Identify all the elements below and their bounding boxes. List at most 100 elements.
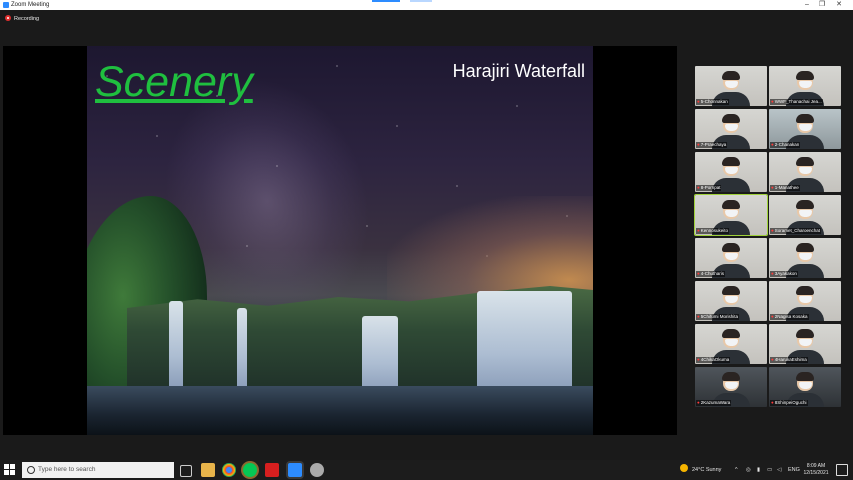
participant-tile[interactable]: ●2Nagisa Kosaka (769, 281, 841, 321)
acrobat-icon[interactable] (265, 463, 279, 477)
participant-hair (796, 114, 814, 123)
face-mask (798, 210, 812, 217)
participant-hair (722, 114, 740, 123)
participant-name-label: ●7-Praechaya (696, 142, 728, 148)
top-bar-indicator[interactable] (372, 0, 400, 2)
participant-name: 7-Praechaya (700, 142, 727, 147)
muted-mic-icon: ● (771, 99, 774, 104)
face-mask (724, 339, 738, 346)
face-mask (724, 167, 738, 174)
waterfall-stream (169, 301, 183, 393)
muted-mic-icon: ● (771, 228, 774, 233)
participant-hair (796, 243, 814, 252)
pool-image (87, 386, 593, 435)
participant-name: 2Nagisa Kosaka (774, 314, 808, 319)
face-mask (798, 296, 812, 303)
windows-start-button[interactable] (4, 464, 16, 476)
muted-mic-icon: ● (697, 357, 700, 362)
task-view-icon[interactable] (180, 465, 192, 477)
participant-tile[interactable]: ●Soramet_Charoenchat (769, 195, 841, 235)
muted-mic-icon: ● (697, 185, 700, 190)
participant-name-label: ●4-Chutharis (696, 271, 725, 277)
chrome-icon[interactable] (222, 463, 236, 477)
participant-name-label: ●WWF_Thanachai Jea... (770, 99, 823, 105)
muted-mic-icon: ● (771, 142, 774, 147)
clock-time: 8:09 AM (806, 463, 826, 469)
taskbar-clock[interactable]: 8:09 AM 12/15/2021 (801, 463, 831, 477)
window-titlebar: Zoom Meeting – ❐ ✕ (0, 0, 853, 10)
participant-gallery: ●5-Chonnakan ●WWF_Thanachai Jea... ●7-Prae… (694, 66, 841, 415)
participant-tile[interactable]: ●4ChikaOkuma (695, 324, 767, 364)
notification-icon[interactable] (836, 464, 848, 476)
participant-tile[interactable]: ●5-Chonnakan (695, 66, 767, 106)
face-mask (724, 210, 738, 217)
participant-tile[interactable]: ●2-Chanakan (769, 109, 841, 149)
waterfall-stream (237, 308, 247, 393)
meeting-area: Recording Scenery Harajiri Waterfall ●5-… (0, 10, 853, 460)
recording-label: Recording (14, 16, 40, 22)
clock-date: 12/15/2021 (803, 470, 829, 476)
muted-mic-icon: ● (697, 99, 700, 104)
participant-tile[interactable]: ●4-Chutharis (695, 238, 767, 278)
line-app-icon[interactable] (243, 463, 257, 477)
participant-name: 1-Manathee (774, 185, 799, 190)
slide-title: Scenery (95, 58, 253, 106)
face-mask (724, 124, 738, 131)
taskbar-search-box[interactable]: Type here to search (22, 462, 174, 478)
face-mask (798, 124, 812, 131)
participant-name-label: ●2Nagisa Kosaka (770, 314, 809, 320)
app-taskbar-icon[interactable] (310, 463, 324, 477)
muted-mic-icon: ● (771, 271, 774, 276)
muted-mic-icon: ● (771, 185, 774, 190)
window-title: Zoom Meeting (11, 2, 50, 8)
participant-name-label: ●4HarukaEshima (770, 357, 808, 363)
windows-taskbar: Type here to search 24°C Sunny ^ ◎ ▮ ▭ ◁… (0, 460, 853, 480)
face-mask (724, 382, 738, 389)
zoom-taskbar-icon[interactable] (288, 463, 302, 477)
battery-icon[interactable]: ▭ (767, 460, 772, 480)
volume-icon[interactable]: ◁ (777, 460, 781, 480)
participant-tile[interactable]: ●2KazumaWara (695, 367, 767, 407)
participant-hair (722, 329, 740, 338)
weather-widget[interactable]: 24°C Sunny (680, 460, 721, 480)
tray-chevron-icon[interactable]: ^ (735, 460, 738, 480)
close-button[interactable]: ✕ (829, 0, 849, 10)
file-explorer-icon[interactable] (201, 463, 215, 477)
participant-name: 8ShinpeiOguchi (774, 400, 807, 405)
participant-tile[interactable]: ●7-Praechaya (695, 109, 767, 149)
recording-indicator[interactable]: Recording (5, 15, 39, 23)
participant-name: 4ChikaOkuma (700, 357, 730, 362)
muted-mic-icon: ● (697, 271, 700, 276)
participant-hair (796, 200, 814, 209)
network-icon[interactable]: ◎ (746, 460, 751, 480)
waterfall-stream (362, 316, 398, 396)
microphone-icon[interactable]: ▮ (757, 460, 760, 480)
participant-name-label: ●3Ayakakon (770, 271, 798, 277)
participant-tile[interactable]: ●8ShinpeiOguchi (769, 367, 841, 407)
face-mask (798, 167, 812, 174)
participant-name-label: ●5Chifumi Morishita (696, 314, 739, 320)
participant-tile[interactable]: ●5Chifumi Morishita (695, 281, 767, 321)
participant-tile[interactable]: ●8-Pornpat (695, 152, 767, 192)
participant-tile[interactable]: ●4HarukaEshima (769, 324, 841, 364)
shared-screen[interactable]: Scenery Harajiri Waterfall (3, 46, 677, 435)
muted-mic-icon: ● (697, 228, 700, 233)
participant-name: 8-Pornpat (700, 185, 721, 190)
face-mask (724, 253, 738, 260)
participant-hair (722, 286, 740, 295)
recording-icon (5, 15, 11, 21)
participant-name: Soramet_Charoenchat (774, 228, 820, 233)
participant-tile[interactable]: ●Kennosukeito (694, 194, 768, 236)
participant-tile[interactable]: ●3Ayakakon (769, 238, 841, 278)
language-indicator[interactable]: ENG (788, 460, 800, 480)
zoom-app-icon (3, 2, 9, 8)
participant-tile[interactable]: ●1-Manathee (769, 152, 841, 192)
top-bar-indicator-secondary[interactable] (410, 0, 432, 2)
participant-name-label: ●5-Chonnakan (696, 99, 729, 105)
participant-hair (722, 200, 740, 209)
participant-hair (722, 157, 740, 166)
participant-name-label: ●Soramet_Charoenchat (770, 228, 821, 234)
participant-hair (796, 157, 814, 166)
participant-tile[interactable]: ●WWF_Thanachai Jea... (769, 66, 841, 106)
muted-mic-icon: ● (771, 400, 774, 405)
